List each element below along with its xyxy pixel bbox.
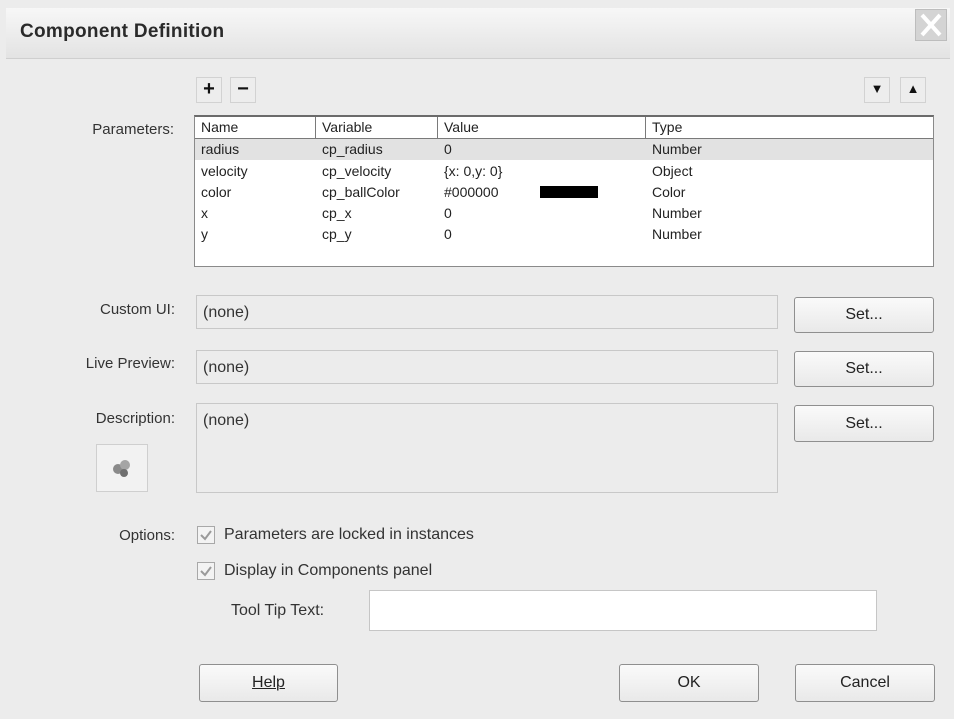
- remove-parameter-button[interactable]: −: [230, 77, 256, 103]
- help-button-label: Help: [252, 674, 285, 691]
- display-in-panel-label[interactable]: Display in Components panel: [224, 562, 432, 580]
- cell-type: Color: [652, 184, 686, 200]
- cell-variable: cp_x: [322, 205, 352, 221]
- cell-name: velocity: [201, 163, 248, 179]
- table-row[interactable]: radius cp_radius 0 Number: [195, 139, 933, 160]
- table-row[interactable]: y cp_y 0 Number: [195, 224, 933, 245]
- column-header-variable[interactable]: Variable: [316, 117, 438, 138]
- dialog-title: Component Definition: [20, 21, 225, 42]
- table-row[interactable]: velocity cp_velocity {x: 0,y: 0} Object: [195, 161, 933, 182]
- locked-checkbox[interactable]: [197, 526, 215, 544]
- cell-type: Number: [652, 205, 702, 221]
- cell-type: Number: [652, 141, 702, 157]
- parameters-label: Parameters:: [92, 121, 174, 138]
- cell-value: {x: 0,y: 0}: [444, 163, 503, 179]
- column-header-name[interactable]: Name: [195, 117, 316, 138]
- ok-button[interactable]: OK: [619, 664, 759, 702]
- cell-name: x: [201, 205, 208, 221]
- cell-variable: cp_ballColor: [322, 184, 400, 200]
- move-up-button[interactable]: ▲: [900, 77, 926, 103]
- cell-variable: cp_radius: [322, 141, 383, 157]
- live-preview-field: (none): [196, 350, 778, 384]
- ok-button-label: OK: [677, 674, 701, 691]
- parameters-grid: Name Variable Value Type radius cp_radiu…: [194, 115, 934, 267]
- description-set-button[interactable]: Set...: [794, 405, 934, 442]
- edit-description-button[interactable]: [96, 444, 148, 492]
- tooltip-text-label: Tool Tip Text:: [231, 602, 325, 619]
- description-label: Description:: [95, 410, 175, 427]
- locked-checkbox-label[interactable]: Parameters are locked in instances: [224, 526, 474, 544]
- check-icon: [200, 530, 212, 541]
- cancel-button-label: Cancel: [840, 674, 890, 691]
- cell-value: 0: [444, 141, 452, 157]
- cell-name: radius: [201, 141, 240, 157]
- help-button[interactable]: Help: [199, 664, 338, 702]
- description-field[interactable]: (none): [196, 403, 778, 493]
- move-down-button[interactable]: ▼: [864, 77, 890, 103]
- table-row[interactable]: color cp_ballColor #000000 Color: [195, 182, 933, 203]
- check-icon: [200, 566, 212, 577]
- cell-value: 0: [444, 226, 452, 242]
- title-bar: Component Definition: [6, 8, 950, 59]
- color-swatch[interactable]: [540, 186, 598, 198]
- close-icon: [920, 13, 942, 37]
- cell-variable: cp_velocity: [322, 163, 392, 179]
- cell-type: Number: [652, 226, 702, 242]
- live-preview-label: Live Preview:: [85, 355, 175, 372]
- display-in-panel-checkbox[interactable]: [197, 562, 215, 580]
- live-preview-set-button[interactable]: Set...: [794, 351, 934, 387]
- custom-ui-set-button[interactable]: Set...: [794, 297, 934, 333]
- options-label: Options:: [119, 527, 175, 544]
- cell-value: 0: [444, 205, 452, 221]
- component-definition-dialog: Component Definition + − ▼ ▲ Parameters:…: [0, 0, 954, 719]
- tooltip-text-input[interactable]: [369, 590, 877, 631]
- column-header-value[interactable]: Value: [438, 117, 646, 138]
- cell-variable: cp_y: [322, 226, 352, 242]
- grid-header: Name Variable Value Type: [195, 117, 933, 139]
- cell-name: color: [201, 184, 232, 200]
- puzzle-icon: [113, 460, 130, 477]
- cell-type: Object: [652, 163, 693, 179]
- custom-ui-field: (none): [196, 295, 778, 329]
- table-row[interactable]: x cp_x 0 Number: [195, 203, 933, 224]
- column-header-type[interactable]: Type: [646, 117, 933, 138]
- custom-ui-label: Custom UI:: [99, 301, 175, 318]
- cancel-button[interactable]: Cancel: [795, 664, 935, 702]
- close-button[interactable]: [915, 9, 947, 41]
- cell-name: y: [201, 226, 208, 242]
- add-parameter-button[interactable]: +: [196, 77, 222, 103]
